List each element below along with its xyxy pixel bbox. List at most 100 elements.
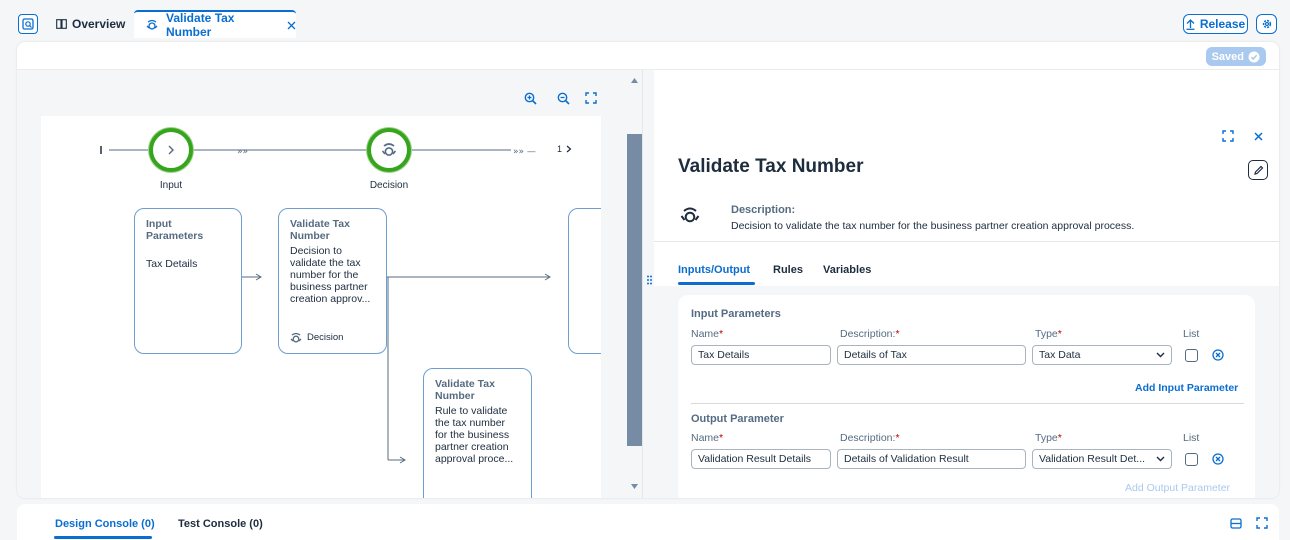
canvas-scrollbar-thumb[interactable] (627, 134, 642, 446)
output-description-field[interactable]: Details of Validation Result (837, 449, 1026, 469)
scroll-up-icon[interactable] (631, 78, 638, 83)
tab-overview[interactable]: Overview (50, 10, 128, 38)
decision-card-type-label: Decision (307, 332, 344, 343)
decision-editor: Saved »» »» — Input Decision 1 Input Par… (17, 42, 1279, 498)
close-icon[interactable] (287, 21, 296, 30)
input-node-label: Input (159, 180, 183, 191)
output-name-label: Name* (691, 432, 724, 444)
flow-count-value: 1 (557, 144, 563, 154)
expand-icon[interactable] (1254, 515, 1270, 531)
input-type-value: Tax Data (1039, 349, 1081, 361)
description-label: Description: (731, 204, 796, 216)
output-type-select[interactable]: Validation Result Det... (1032, 449, 1172, 469)
decision-card[interactable]: Validate Tax Number Decision to validate… (278, 208, 387, 354)
tab-rules[interactable]: Rules (773, 264, 803, 276)
input-node[interactable] (149, 128, 193, 172)
gear-icon (1261, 18, 1273, 30)
flow-diagram: »» »» — Input Decision 1 Input Parameter… (41, 116, 601, 498)
release-button[interactable]: Release (1183, 14, 1248, 34)
close-icon[interactable] (1250, 128, 1266, 144)
decision-icon (146, 19, 158, 31)
decision-icon (680, 206, 700, 224)
decision-icon (290, 332, 302, 343)
output-parameter-title: Output Parameter (691, 413, 784, 425)
pencil-icon (1253, 165, 1263, 175)
input-parameters-card-title: Input Parameters (146, 218, 204, 242)
console-bar: Design Console (0) Test Console (0) (17, 504, 1279, 540)
zoom-out-icon[interactable] (555, 90, 571, 106)
fit-to-screen-icon[interactable] (583, 90, 599, 106)
decision-node-label: Decision (369, 180, 409, 191)
input-parameters-card[interactable]: Input Parameters Tax Details (134, 208, 242, 354)
input-name-field[interactable]: Tax Details (691, 345, 831, 365)
tab-test-console[interactable]: Test Console (0) (178, 518, 263, 530)
search-icon[interactable] (18, 14, 38, 34)
release-button-label: Release (1199, 17, 1246, 31)
saved-label: Saved (1211, 50, 1244, 63)
input-list-checkbox[interactable] (1185, 349, 1198, 362)
input-description-label: Description:* (840, 328, 900, 340)
inputs-output-content: Input Parameters Name* Description:* Typ… (654, 286, 1279, 498)
saved-badge: Saved (1205, 47, 1266, 66)
output-type-value: Validation Result Det... (1039, 453, 1146, 465)
decision-node[interactable] (367, 128, 411, 172)
console-tab-indicator (54, 536, 152, 539)
save-status-bar: Saved (17, 42, 1279, 70)
flow-count: 1 (557, 144, 572, 154)
add-output-parameter-link[interactable]: Add Output Parameter (1125, 482, 1230, 494)
check-icon (1248, 51, 1260, 63)
tab-overview-label: Overview (72, 17, 126, 31)
output-name-field[interactable]: Validation Result Details (691, 449, 831, 469)
rule-card[interactable]: Validate Tax Number Rule to validate the… (423, 368, 532, 498)
expand-icon[interactable] (1220, 128, 1236, 144)
flow-canvas[interactable]: »» »» — Input Decision 1 Input Parameter… (17, 70, 642, 498)
input-name-label: Name* (691, 328, 724, 340)
output-description-label: Description:* (840, 432, 900, 444)
tab-validate-tax-number-label: Validate Tax Number (166, 11, 235, 39)
zoom-in-icon[interactable] (522, 90, 538, 106)
decision-card-description: Decision to validate the tax number for … (290, 245, 371, 305)
minimize-icon[interactable] (1228, 515, 1244, 531)
book-icon (56, 19, 67, 29)
output-list-label: List (1183, 432, 1200, 444)
pane-splitter[interactable] (642, 70, 654, 498)
description-text: Decision to validate the tax number for … (731, 220, 1135, 232)
svg-text:»» —: »» — (513, 147, 536, 157)
tab-variables[interactable]: Variables (823, 264, 871, 276)
decision-card-type: Decision (290, 332, 343, 344)
edit-button[interactable] (1248, 160, 1268, 180)
remove-output-icon[interactable] (1211, 452, 1225, 466)
input-type-select[interactable]: Tax Data (1032, 345, 1172, 365)
next-node-card[interactable] (568, 208, 601, 354)
output-list-checkbox[interactable] (1185, 453, 1198, 466)
object-header: Validate Tax Number Description: Decisio… (654, 70, 1279, 242)
input-type-label: Type* (1035, 328, 1062, 340)
chevron-right-icon (167, 145, 175, 155)
rule-card-description: Rule to validate the tax number for the … (435, 405, 514, 465)
tab-selection-indicator (678, 282, 755, 285)
output-type-label: Type* (1035, 432, 1062, 444)
chevron-right-icon (566, 145, 572, 153)
tab-design-console[interactable]: Design Console (0) (55, 518, 155, 530)
parameters-panel: Input Parameters Name* Description:* Typ… (678, 295, 1255, 498)
editor-tab-bar: Overview Validate Tax Number Release (0, 0, 1290, 42)
input-parameters-title: Input Parameters (691, 308, 781, 320)
scroll-down-icon[interactable] (631, 484, 638, 489)
section-divider (691, 403, 1244, 404)
input-list-label: List (1183, 328, 1200, 340)
remove-input-icon[interactable] (1211, 348, 1225, 362)
input-parameters-card-item: Tax Details (146, 258, 198, 270)
decision-card-title: Validate Tax Number (290, 218, 350, 242)
tab-validate-tax-number[interactable]: Validate Tax Number (134, 10, 296, 39)
svg-text:»»: »» (237, 147, 248, 157)
settings-button[interactable] (1256, 14, 1277, 34)
add-input-parameter-link[interactable]: Add Input Parameter (1135, 382, 1238, 394)
tab-inputs-output[interactable]: Inputs/Output (678, 264, 750, 276)
rule-card-title: Validate Tax Number (435, 378, 495, 402)
page-title: Validate Tax Number (678, 156, 864, 177)
chevron-down-icon (1156, 456, 1165, 462)
upload-icon (1186, 18, 1195, 30)
input-description-field[interactable]: Details of Tax (837, 345, 1026, 365)
grip-icon (647, 275, 652, 287)
chevron-down-icon (1156, 352, 1165, 358)
